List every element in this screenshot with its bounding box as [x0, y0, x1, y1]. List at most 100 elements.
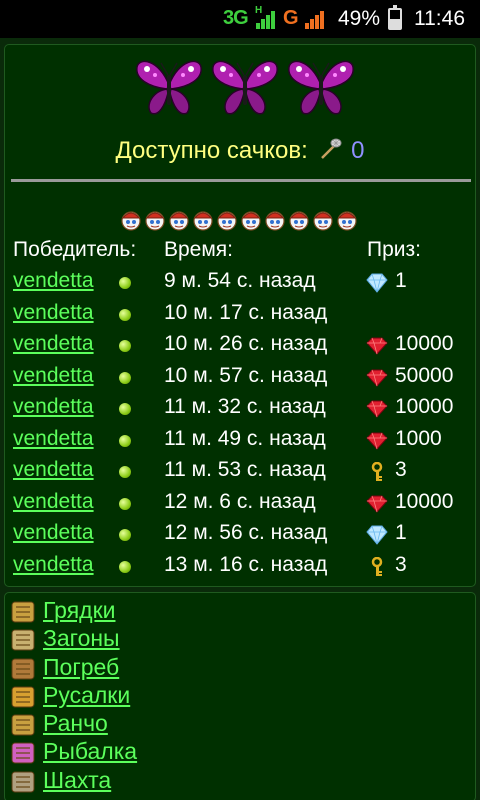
prize-value: 1 [395, 521, 407, 544]
ruby-icon [365, 494, 389, 514]
win-time: 10 м. 57 с. назад [164, 363, 328, 387]
winner-link[interactable]: vendetta [13, 427, 94, 451]
net-icon [318, 137, 342, 161]
table-row: vendetta 10 м. 26 с. назад 10000 [5, 330, 475, 362]
butterflies [133, 55, 357, 125]
menu-item-label[interactable]: Погреб [43, 654, 119, 681]
win-time: 10 м. 26 с. назад [164, 332, 328, 355]
fishing-icon [11, 742, 35, 764]
online-status-icon [119, 371, 131, 384]
win-time: 10 м. 17 с. назад [164, 300, 328, 324]
ticket-icon [288, 209, 310, 231]
pen-icon [11, 629, 35, 651]
winner-link[interactable]: vendetta [13, 332, 94, 356]
ruby-icon [365, 368, 389, 388]
prize-value: 1 [395, 269, 407, 292]
signal-icon [256, 9, 278, 29]
ruby-icon [365, 399, 389, 419]
online-status-icon [119, 434, 131, 447]
prize-value: 10000 [395, 332, 454, 355]
winner-link[interactable]: vendetta [13, 395, 94, 419]
ruby-icon [365, 431, 389, 451]
win-time: 12 м. 56 с. назад [164, 521, 328, 544]
ticket-icon [336, 209, 358, 231]
table-row: vendetta 10 м. 17 с. назад [5, 299, 475, 331]
prize-value: 1000 [395, 426, 442, 450]
lottery-tickets [120, 209, 360, 233]
winner-link[interactable]: vendetta [13, 458, 94, 482]
winner-link[interactable]: vendetta [13, 269, 94, 293]
network-indicator: 3G H [223, 5, 262, 29]
ticket-icon [192, 209, 214, 231]
winner-link[interactable]: vendetta [13, 301, 94, 325]
butterfly-icon [209, 55, 281, 119]
prize-value: 10000 [395, 489, 454, 513]
battery-percent: 49% [338, 7, 381, 30]
online-status-icon [119, 466, 131, 478]
ticket-icon [120, 209, 142, 231]
winners-panel: Доступно сачков: 0 Победитель: Время: Пр… [4, 44, 476, 587]
butterfly-icon [285, 55, 357, 119]
prize-value: 3 [395, 458, 407, 481]
ticket-icon [312, 209, 334, 231]
ruby-icon [365, 336, 389, 356]
win-time: 13 м. 16 с. назад [164, 552, 328, 576]
ticket-icon [144, 209, 166, 231]
key-icon [365, 556, 389, 577]
online-status-icon [119, 308, 131, 321]
prize-value: 10000 [395, 395, 454, 418]
menu-item-label[interactable]: Русалки [43, 682, 130, 709]
ranch-icon [11, 714, 35, 736]
prize-value: 3 [395, 552, 407, 576]
diamond-icon [365, 273, 389, 293]
menu-item-label[interactable]: Загоны [43, 625, 120, 652]
mermaid-icon [11, 686, 35, 708]
ticket-icon [264, 209, 286, 231]
winner-link[interactable]: vendetta [13, 364, 94, 388]
nets-label: Доступно сачков: [115, 137, 308, 164]
table-row: vendetta 13 м. 16 с. назад 3 [5, 551, 475, 583]
online-status-icon [119, 277, 131, 289]
menu-item-label[interactable]: Ранчо [43, 710, 108, 737]
menu-panel: Грядки Загоны Погреб Русалки Ранчо Рыбалка Шах… [4, 592, 476, 800]
garden-bed-icon [11, 601, 35, 623]
ticket-icon [240, 209, 262, 231]
cellar-icon [11, 658, 35, 680]
clock: 11:46 [414, 7, 465, 30]
col-time-header: Время: [164, 238, 234, 261]
winners-list: vendetta 9 м. 54 с. назад 1 vendetta 10 м. 1… [5, 267, 475, 582]
win-time: 11 м. 49 с. назад [164, 426, 326, 450]
win-time: 11 м. 53 с. назад [164, 458, 326, 481]
network2-indicator: G [283, 7, 299, 29]
butterfly-icon [133, 55, 205, 119]
mine-icon [11, 771, 35, 793]
table-row: vendetta 11 м. 49 с. назад 1000 [5, 425, 475, 457]
online-status-icon [119, 497, 131, 510]
prize-value: 50000 [395, 363, 454, 387]
diamond-icon [365, 525, 389, 545]
winner-link[interactable]: vendetta [13, 490, 94, 514]
menu-item-label[interactable]: Грядки [43, 597, 115, 624]
win-time: 12 м. 6 с. назад [164, 489, 316, 513]
menu-item-label[interactable]: Рыбалка [43, 738, 137, 765]
online-status-icon [119, 340, 131, 352]
winner-link[interactable]: vendetta [13, 553, 94, 577]
table-row: vendetta 9 м. 54 с. назад 1 [5, 267, 475, 299]
win-time: 11 м. 32 с. назад [164, 395, 326, 418]
nets-value: 0 [351, 137, 365, 164]
status-bar: 3G H G 49% 11:46 [0, 0, 480, 38]
online-status-icon [119, 403, 131, 415]
table-row: vendetta 11 м. 53 с. назад 3 [5, 456, 475, 488]
table-row: vendetta 10 м. 57 с. назад 50000 [5, 362, 475, 394]
divider [11, 179, 471, 182]
win-time: 9 м. 54 с. назад [164, 269, 316, 292]
table-row: vendetta 12 м. 6 с. назад 10000 [5, 488, 475, 520]
ticket-icon [216, 209, 238, 231]
ticket-icon [168, 209, 190, 231]
online-status-icon [119, 529, 131, 541]
online-status-icon [119, 560, 131, 573]
key-icon [365, 461, 389, 482]
winner-link[interactable]: vendetta [13, 521, 94, 545]
col-winner-header: Победитель: [13, 238, 137, 261]
menu-item-label[interactable]: Шахта [43, 767, 111, 794]
